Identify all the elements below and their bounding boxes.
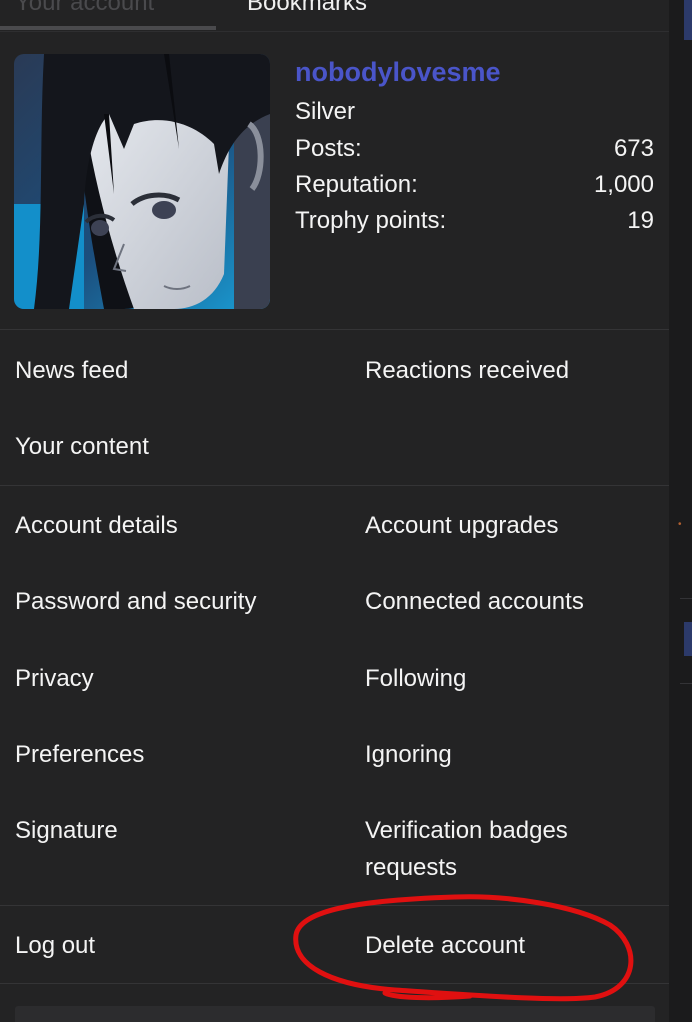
user-rank: Silver (295, 98, 356, 125)
menu-link-log-out[interactable]: Log out (15, 927, 95, 964)
menu-link-label-line2: requests (365, 854, 458, 881)
menu-link-preferences[interactable]: Preferences (15, 736, 144, 773)
divider (0, 329, 669, 330)
stat-value: 1,000 (593, 171, 654, 198)
page-edge-dot: • (678, 519, 682, 530)
menu-link-news-feed[interactable]: News feed (15, 352, 128, 389)
stat-label: Reputation: (295, 171, 418, 198)
avatar[interactable] (14, 54, 270, 309)
account-menu: Your account Bookmarks nobodylovesme Sil… (0, 0, 669, 1022)
page-edge-accent (684, 0, 692, 40)
active-tab-indicator (0, 26, 216, 30)
bottom-bar (15, 1006, 655, 1022)
menu-link-label-line1: Verification badges (365, 817, 568, 844)
stat-value[interactable]: 673 (614, 134, 654, 164)
divider (0, 983, 669, 984)
menu-link-verification-badges-requests-line2[interactable]: requests (365, 849, 457, 886)
page-edge-line (680, 598, 692, 599)
menu-tabs: Your account Bookmarks (0, 0, 669, 32)
menu-link-signature[interactable]: Signature (15, 812, 118, 849)
menu-link-account-details[interactable]: Account details (15, 507, 178, 544)
stat-reputation: Reputation: 1,000 (295, 170, 654, 200)
tab-bookmarks[interactable]: Bookmarks (247, 0, 367, 18)
menu-link-delete-account[interactable]: Delete account (365, 927, 525, 964)
menu-link-following[interactable]: Following (365, 660, 466, 697)
stat-value[interactable]: 19 (627, 206, 654, 236)
stat-posts: Posts: 673 (295, 134, 654, 164)
stat-label: Trophy points: (295, 207, 447, 234)
username-link[interactable]: nobodylovesme (295, 56, 501, 88)
menu-link-password-and-security[interactable]: Password and security (15, 583, 256, 620)
menu-link-connected-accounts[interactable]: Connected accounts (365, 583, 584, 620)
avatar-image (14, 54, 270, 309)
divider (0, 485, 669, 486)
menu-link-privacy[interactable]: Privacy (15, 660, 94, 697)
page-edge-line (680, 683, 692, 684)
page-edge-accent (684, 622, 692, 656)
menu-link-ignoring[interactable]: Ignoring (365, 736, 452, 773)
menu-link-verification-badges-requests[interactable]: Verification badges (365, 812, 568, 849)
menu-link-reactions-received[interactable]: Reactions received (365, 352, 569, 389)
menu-link-account-upgrades[interactable]: Account upgrades (365, 507, 558, 544)
stat-label: Posts: (295, 135, 362, 162)
tab-your-account[interactable]: Your account (15, 0, 154, 18)
menu-link-your-content[interactable]: Your content (15, 428, 149, 465)
stat-trophy-points: Trophy points: 19 (295, 206, 654, 236)
page-background-right (669, 0, 692, 1022)
divider (0, 905, 669, 906)
